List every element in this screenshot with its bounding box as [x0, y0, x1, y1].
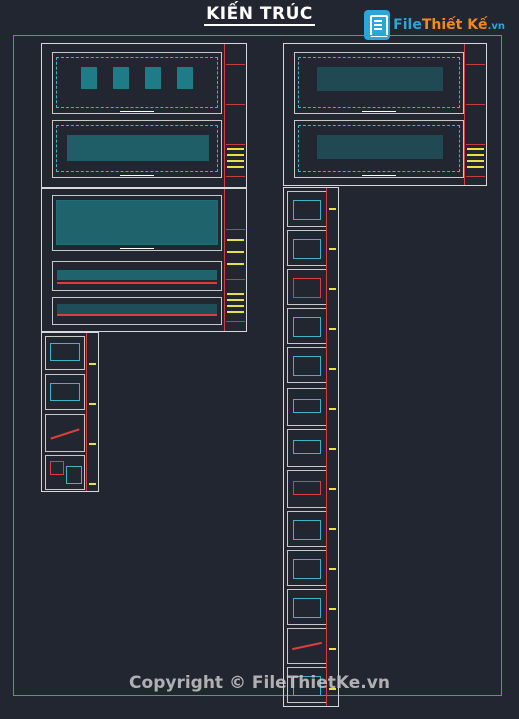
floor-plan[interactable]: [52, 120, 222, 178]
title-block: [224, 189, 246, 331]
floor-plan[interactable]: [294, 52, 464, 114]
detail-drawing[interactable]: [287, 308, 327, 344]
drawing-sheet-floor-plans[interactable]: [41, 43, 247, 188]
copyright-watermark: Copyright © FileThietKe.vn: [129, 673, 390, 693]
detail-drawing[interactable]: [287, 589, 327, 625]
detail-drawing[interactable]: [287, 347, 327, 383]
drawing-sheet-elevations[interactable]: [41, 188, 247, 332]
detail-drawing[interactable]: [287, 191, 327, 227]
detail-drawing[interactable]: [45, 414, 85, 452]
detail-drawing[interactable]: [45, 336, 85, 370]
elevation-view[interactable]: [52, 261, 222, 291]
logo-text: FileThiết Kế.vn: [393, 17, 505, 33]
floor-plan[interactable]: [52, 52, 222, 114]
detail-drawing[interactable]: [287, 230, 327, 266]
detail-drawing[interactable]: [287, 511, 327, 547]
detail-drawing[interactable]: [287, 429, 327, 467]
drawing-sheet-right-plans[interactable]: [283, 43, 487, 186]
detail-drawing[interactable]: [287, 628, 327, 664]
title-block: [464, 44, 486, 185]
detail-drawing[interactable]: [287, 269, 327, 305]
title-block: [86, 333, 98, 491]
detail-drawing[interactable]: [45, 455, 85, 490]
title-block: [224, 44, 246, 187]
roof-plan[interactable]: [52, 195, 222, 251]
title-block: [326, 188, 338, 706]
detail-drawing[interactable]: [287, 388, 327, 426]
floor-plan[interactable]: [294, 120, 464, 178]
detail-drawing[interactable]: [45, 374, 85, 410]
section-view[interactable]: [52, 297, 222, 325]
detail-drawing[interactable]: [287, 470, 327, 508]
drawing-sheet-details-left[interactable]: [41, 332, 99, 492]
drawing-sheet-details-right[interactable]: [283, 187, 339, 707]
detail-drawing[interactable]: [287, 550, 327, 586]
